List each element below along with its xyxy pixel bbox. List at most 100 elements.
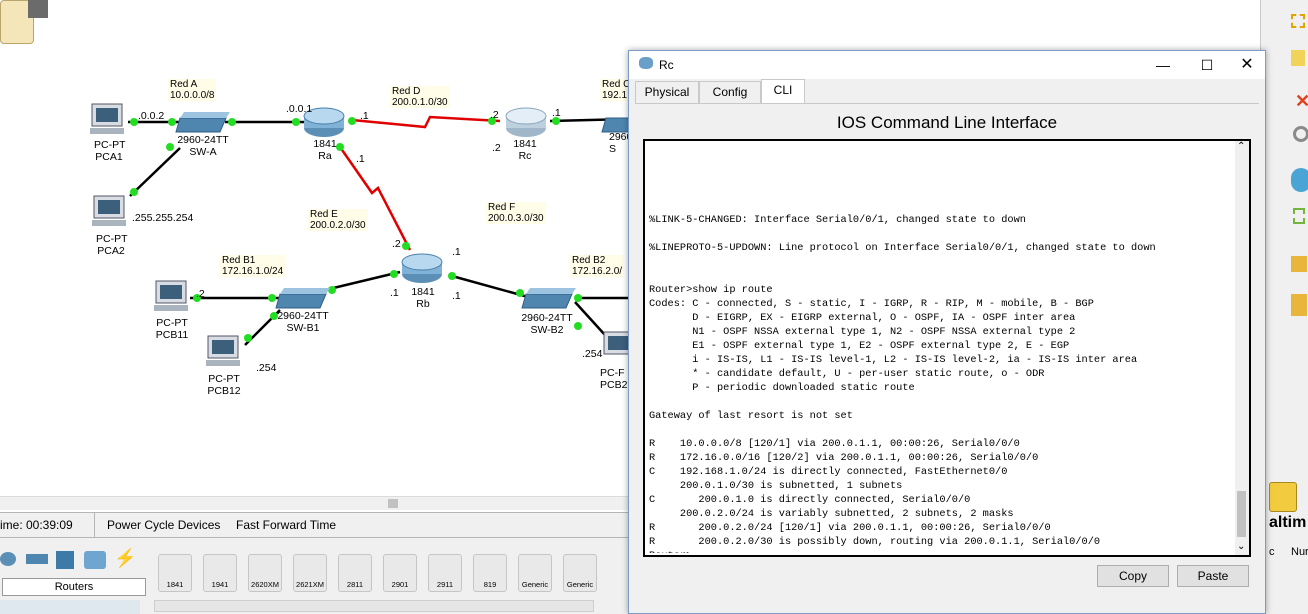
add-pdu-icon[interactable] bbox=[1291, 256, 1307, 272]
cli-line: N1 - OSPF NSSA external type 1, N2 - OSP… bbox=[649, 326, 1076, 338]
device-label-swa: 2960-24TT SW-A bbox=[177, 134, 229, 158]
cli-line: Router>show ip route bbox=[649, 284, 773, 296]
device-model-2620xm[interactable]: 2620XM bbox=[248, 554, 282, 592]
port-label: .0.0.2 bbox=[138, 110, 165, 122]
cli-line bbox=[649, 171, 1235, 185]
simulation-time: ime: 00:39:09 bbox=[0, 518, 73, 532]
pc-pcb11-icon bbox=[154, 280, 188, 311]
tab-physical[interactable]: Physical bbox=[635, 81, 699, 103]
power-cycle-button[interactable]: Power Cycle Devices bbox=[107, 518, 220, 532]
hub-category-icon[interactable] bbox=[56, 551, 74, 569]
pc-pca2-icon bbox=[92, 195, 126, 226]
port-label: .255.255.254 bbox=[132, 212, 194, 224]
net-label-red-e: Red E 200.0.2.0/30 bbox=[308, 209, 368, 231]
select-tool-icon[interactable] bbox=[1291, 14, 1305, 28]
cli-scrollbar[interactable]: ⌃ ⌄ bbox=[1235, 141, 1249, 555]
cli-console[interactable]: %LINK-5-CHANGED: Interface Serial0/0/1, … bbox=[643, 139, 1251, 557]
cli-line: 200.0.1.0/30 is subnetted, 1 subnets bbox=[649, 480, 903, 492]
port-label: .2 bbox=[392, 238, 401, 250]
device-model-generic[interactable]: Generic bbox=[563, 554, 597, 592]
cli-scroll-thumb[interactable] bbox=[1237, 491, 1246, 537]
category-icons[interactable]: ⚡ bbox=[0, 548, 140, 572]
connections-category-icon[interactable]: ⚡ bbox=[114, 548, 136, 569]
device-model-2621xm[interactable]: 2621XM bbox=[293, 554, 327, 592]
cli-line bbox=[649, 395, 1235, 409]
cli-heading: IOS Command Line Interface bbox=[836, 113, 1058, 132]
paste-button[interactable]: Paste bbox=[1177, 565, 1249, 587]
canvas-horizontal-scrollbar[interactable] bbox=[0, 496, 630, 510]
category-label: Routers bbox=[2, 578, 146, 596]
simulation-status-bar: ime: 00:39:09 Power Cycle Devices Fast F… bbox=[0, 512, 630, 538]
port-label: .254 bbox=[256, 362, 277, 374]
device-label-swb2: 2960-24TT SW-B2 bbox=[521, 312, 573, 336]
close-button[interactable]: ✕ bbox=[1227, 51, 1267, 79]
cli-line: R 200.0.2.0/24 [120/1] via 200.0.1.1, 00… bbox=[649, 522, 1051, 534]
wireless-category-icon[interactable] bbox=[84, 551, 106, 569]
port-label: .1 bbox=[452, 290, 461, 302]
minimize-button[interactable]: — bbox=[1141, 51, 1185, 79]
device-model-2811[interactable]: 2811 bbox=[338, 554, 372, 592]
cli-line: 200.0.2.0/24 is variably subnetted, 2 su… bbox=[649, 508, 1014, 520]
cli-scroll-up-icon[interactable]: ⌃ bbox=[1237, 141, 1245, 152]
device-list-scrollbar[interactable] bbox=[154, 600, 594, 612]
port-label: .2 bbox=[490, 109, 499, 121]
port-label: .1 bbox=[360, 110, 369, 122]
complex-pdu-icon[interactable] bbox=[1291, 294, 1307, 316]
link-serial-ra-rb bbox=[338, 146, 412, 251]
resize-tool-icon[interactable] bbox=[1293, 208, 1305, 224]
router-rb-icon bbox=[401, 253, 443, 283]
switch-swb1-icon bbox=[275, 288, 330, 309]
device-subcategory-icons[interactable] bbox=[0, 600, 140, 614]
switch-category-icon[interactable] bbox=[26, 554, 48, 564]
realtime-label: altim bbox=[1269, 514, 1307, 531]
tab-cli[interactable]: CLI bbox=[761, 79, 805, 103]
cli-output[interactable]: %LINK-5-CHANGED: Interface Serial0/0/1, … bbox=[649, 143, 1235, 553]
event-column-c: c bbox=[1269, 546, 1275, 558]
device-model-generic[interactable]: Generic bbox=[518, 554, 552, 592]
link-swb1-rb bbox=[324, 270, 401, 292]
cli-line bbox=[649, 423, 1235, 437]
scroll-thumb[interactable] bbox=[388, 499, 398, 508]
toolbar-logo-icon bbox=[28, 0, 48, 18]
device-label-rb: 1841 Rb bbox=[411, 286, 435, 310]
cli-scroll-down-icon[interactable]: ⌄ bbox=[1237, 541, 1245, 552]
inspect-tool-icon[interactable] bbox=[1293, 126, 1308, 142]
device-model-1941[interactable]: 1941 bbox=[203, 554, 237, 592]
device-model-2901[interactable]: 2901 bbox=[383, 554, 417, 592]
port-label: .1 bbox=[452, 246, 461, 258]
window-title-bar[interactable]: Rc — ☐ ✕ bbox=[629, 51, 1265, 79]
cli-line: i - IS-IS, L1 - IS-IS level-1, L2 - IS-I… bbox=[649, 354, 1138, 366]
device-model-819[interactable]: 819 bbox=[473, 554, 507, 592]
pc-pca1-icon bbox=[90, 103, 124, 134]
net-label-red-d: Red D 200.0.1.0/30 bbox=[390, 86, 450, 108]
device-label-pcb11: PC-PT PCB11 bbox=[155, 317, 189, 341]
copy-button[interactable]: Copy bbox=[1097, 565, 1169, 587]
realtime-mode-icon[interactable] bbox=[1269, 482, 1297, 512]
device-model-1841[interactable]: 1841 bbox=[158, 554, 192, 592]
shape-tool-icon[interactable] bbox=[1291, 168, 1308, 192]
pc-pcb2-icon bbox=[603, 331, 631, 355]
delete-tool-icon[interactable]: ✕ bbox=[1295, 92, 1308, 110]
device-label-pca2: PC-PT PCA2 bbox=[96, 233, 128, 257]
device-label-rc: 1841 Rc bbox=[513, 138, 537, 162]
fast-forward-button[interactable]: Fast Forward Time bbox=[236, 518, 336, 532]
router-category-icon[interactable] bbox=[0, 552, 16, 566]
cli-line: * - candidate default, U - per-user stat… bbox=[649, 368, 1045, 380]
cli-line bbox=[649, 157, 1235, 171]
note-tool-icon[interactable] bbox=[1291, 50, 1305, 66]
tab-config[interactable]: Config bbox=[699, 81, 761, 103]
switch-swa-icon bbox=[175, 112, 230, 133]
cli-line: C 192.168.1.0/24 is directly connected, … bbox=[649, 466, 1008, 478]
switch-swb2-icon bbox=[521, 288, 576, 309]
divider bbox=[94, 513, 95, 537]
right-toolbar: ✕ altim c Nur bbox=[1260, 0, 1308, 614]
net-label-red-b2: Red B2 172.16.2.0/ bbox=[570, 255, 625, 277]
router-app-icon bbox=[639, 57, 653, 69]
event-column-num: Nur bbox=[1291, 546, 1308, 558]
device-model-2911[interactable]: 2911 bbox=[428, 554, 462, 592]
device-label-pcb2: PC-F PCB2 bbox=[600, 367, 628, 391]
port-label: .2 bbox=[196, 288, 205, 300]
maximize-button[interactable]: ☐ bbox=[1185, 51, 1229, 79]
net-label-red-f: Red F 200.0.3.0/30 bbox=[486, 202, 546, 224]
port-label: .2 bbox=[492, 142, 501, 154]
